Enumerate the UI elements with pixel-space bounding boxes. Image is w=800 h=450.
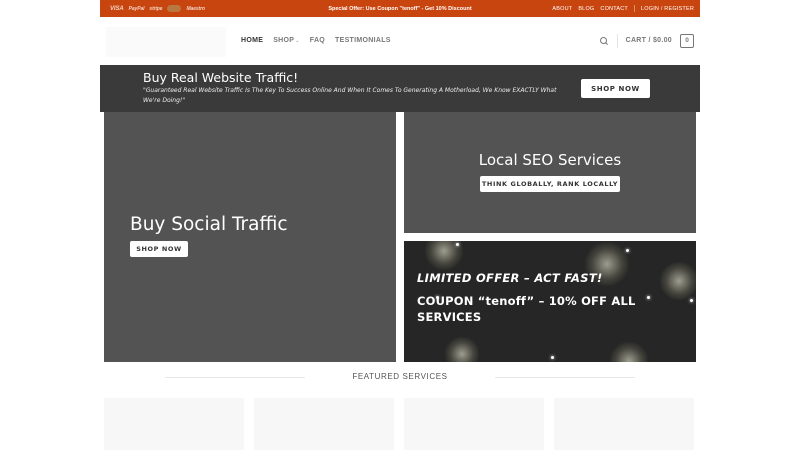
- top-bar: VISA PayPal stripe Maestro Special Offer…: [100, 0, 700, 17]
- nav-shop-label: SHOP: [273, 37, 295, 44]
- search-icon[interactable]: [599, 36, 609, 46]
- banner-quote: "Guaranteed Real Website Traffic Is The …: [143, 87, 557, 104]
- paypal-icon: PayPal: [128, 5, 145, 12]
- featured-service-card[interactable]: [104, 398, 244, 450]
- banner-title: Buy Real Website Traffic!: [143, 70, 299, 85]
- cart-link[interactable]: CART / $0.00: [626, 37, 672, 44]
- nav-faq[interactable]: FAQ: [310, 37, 325, 44]
- blog-link[interactable]: BLOG: [578, 6, 594, 12]
- site-logo[interactable]: [106, 27, 226, 57]
- nav-home[interactable]: HOME: [241, 37, 263, 44]
- maestro-icon: Maestro: [186, 5, 205, 12]
- bokeh-light: [609, 341, 649, 362]
- stripe-icon: stripe: [149, 5, 163, 12]
- divider: [633, 5, 635, 12]
- star-sparkle: [456, 243, 459, 246]
- featured-service-card[interactable]: [404, 398, 544, 450]
- bokeh-light: [444, 336, 480, 362]
- divider: [616, 33, 618, 48]
- traffic-banner: Buy Real Website Traffic! "Guaranteed Re…: [100, 65, 700, 112]
- login-register-link[interactable]: LOGIN / REGISTER: [641, 6, 694, 12]
- cart-count-badge[interactable]: 0: [680, 33, 694, 48]
- contact-link[interactable]: CONTACT: [600, 6, 628, 12]
- nav-shop[interactable]: SHOP⌄: [273, 37, 300, 44]
- social-traffic-tile[interactable]: Buy Social Traffic SHOP NOW: [104, 112, 396, 362]
- star-sparkle: [551, 356, 554, 359]
- visa-icon: VISA: [110, 5, 124, 12]
- payment-icons: VISA PayPal stripe Maestro: [110, 5, 205, 12]
- divider: [495, 377, 635, 378]
- star-sparkle: [690, 299, 693, 302]
- header-actions: CART / $0.00 0: [599, 17, 694, 64]
- featured-service-card[interactable]: [554, 398, 694, 450]
- nav-testimonials[interactable]: TESTIMONIALS: [335, 37, 391, 44]
- main-nav: HOME SHOP⌄ FAQ TESTIMONIALS: [241, 17, 391, 64]
- social-traffic-title: Buy Social Traffic: [130, 214, 288, 235]
- limited-offer-tile[interactable]: LIMITED OFFER – ACT FAST! COUPON “tenoff…: [404, 241, 696, 362]
- local-seo-tile[interactable]: Local SEO Services THINK GLOBALLY, RANK …: [404, 112, 696, 233]
- featured-services-heading: FEATURED SERVICES: [352, 372, 448, 381]
- mastercard-icon: [167, 5, 182, 12]
- site-header: HOME SHOP⌄ FAQ TESTIMONIALS CART / $0.00…: [100, 17, 700, 64]
- social-shop-now-button[interactable]: SHOP NOW: [130, 241, 188, 257]
- coupon-offer-text: COUPON “tenoff” – 10% OFF ALL SERVICES: [417, 294, 636, 324]
- chevron-down-icon: ⌄: [295, 38, 300, 44]
- limited-offer-heading: LIMITED OFFER – ACT FAST!: [417, 271, 603, 285]
- top-links: ABOUT BLOG CONTACT LOGIN / REGISTER: [552, 0, 694, 17]
- local-seo-title: Local SEO Services: [478, 151, 622, 169]
- about-link[interactable]: ABOUT: [552, 6, 572, 12]
- banner-shop-now-button[interactable]: SHOP NOW: [581, 79, 650, 98]
- rank-locally-button[interactable]: THINK GLOBALLY, RANK LOCALLY: [480, 176, 620, 192]
- divider: [165, 377, 305, 378]
- star-sparkle: [626, 249, 629, 252]
- featured-service-card[interactable]: [254, 398, 394, 450]
